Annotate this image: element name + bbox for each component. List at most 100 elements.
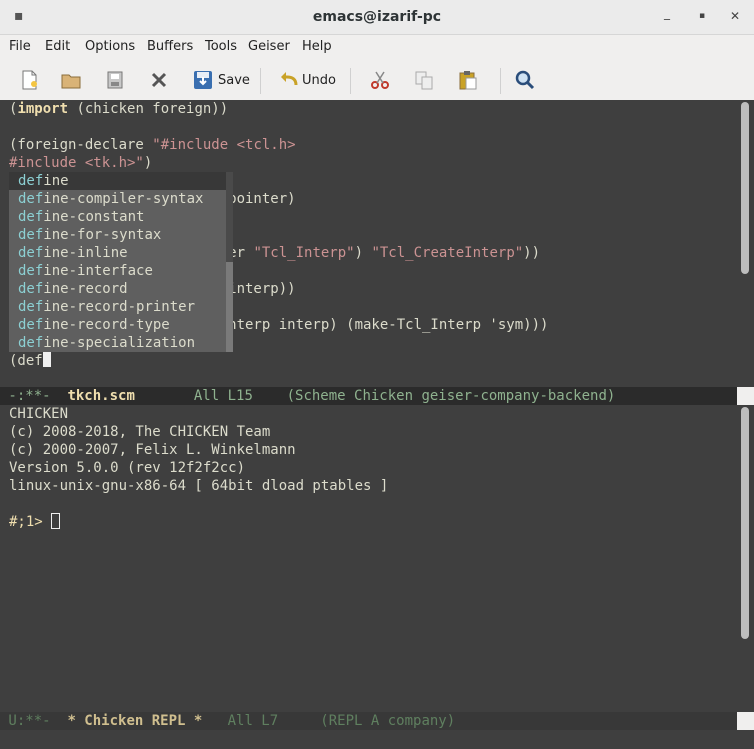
completion-item[interactable]: define-inline (9, 244, 233, 262)
completion-item[interactable]: define-record-type (9, 316, 233, 334)
completion-rest: ine-for-syntax (43, 227, 162, 243)
completion-match: def (18, 281, 44, 297)
modeline-buffer-name[interactable]: tkch.scm (67, 388, 134, 404)
disk-icon (107, 71, 123, 89)
repl-prompt: #;1> (9, 514, 52, 530)
completion-item[interactable]: define-interface (9, 262, 233, 280)
paste-button[interactable] (457, 68, 479, 92)
x-icon (151, 72, 167, 88)
repl-line: CHICKEN (9, 406, 69, 422)
completion-item[interactable]: define-for-syntax (9, 226, 233, 244)
completion-rest: ine-record-type (43, 317, 170, 333)
string-token: "Tcl_Interp" (253, 245, 355, 261)
text-cursor (51, 513, 61, 529)
repl-pane[interactable]: CHICKEN (c) 2008-2018, The CHICKEN Team … (0, 405, 737, 712)
cut-button[interactable] (369, 68, 391, 92)
minimize-icon[interactable]: _ (659, 6, 675, 20)
toolbar-separator (350, 68, 351, 94)
completion-rest: ine-constant (43, 209, 145, 225)
completion-match: def (18, 335, 44, 351)
completion-rest: ine-inline (43, 245, 128, 261)
repl-prompt-line[interactable]: #;1> (9, 513, 61, 531)
scissors-icon (371, 71, 389, 89)
menu-file[interactable]: File (9, 39, 31, 54)
code-line: (import (chicken foreign)) (9, 100, 228, 118)
new-file-button[interactable] (18, 68, 40, 92)
repl-scrollbar[interactable] (737, 405, 754, 712)
close-icon[interactable]: ✕ (727, 9, 743, 23)
kill-button[interactable] (148, 68, 170, 92)
completion-match: def (18, 191, 44, 207)
text-cursor (42, 352, 51, 367)
code-line: #include <tk.h>") (9, 154, 152, 172)
new-file-icon (22, 70, 37, 90)
completion-match: def (18, 299, 44, 315)
completion-item[interactable]: define-compiler-syntax (9, 190, 233, 208)
completion-item[interactable]: define-constant (9, 208, 233, 226)
menu-help[interactable]: Help (302, 39, 332, 54)
string-token: "Tcl_CreateInterp" (371, 245, 524, 261)
completion-scrollbar[interactable] (226, 172, 233, 352)
completion-item[interactable]: define-specialization (9, 334, 233, 352)
window-title: emacs@izarif-pc (312, 9, 442, 25)
save-label: Save (218, 72, 250, 88)
completion-rest: ine-specialization (43, 335, 196, 351)
repl-line: (c) 2008-2018, The CHICKEN Team (9, 424, 271, 440)
repl-line: Version 5.0.0 (rev 12f2f2cc) (9, 460, 246, 476)
editor-pane[interactable]: (import (chicken foreign)) (foreign-decl… (0, 100, 737, 387)
code-token: (def (9, 353, 43, 369)
search-icon (515, 70, 535, 90)
completion-match: def (18, 317, 44, 333)
repl-line: linux-unix-gnu-x86-64 [ 64bit dload ptab… (9, 478, 389, 494)
toolbar-separator (260, 68, 261, 94)
completion-popup: define define-compiler-syntax define-con… (9, 172, 233, 352)
menu-bar: File Edit Options Buffers Tools Geiser H… (0, 35, 754, 59)
keyword-token: import (17, 101, 69, 117)
menu-buffers[interactable]: Buffers (147, 39, 193, 54)
completion-rest: ine-compiler-syntax (43, 191, 204, 207)
code-line-current: (def (9, 352, 51, 370)
clipboard-icon (459, 71, 477, 90)
undo-icon (281, 72, 298, 86)
completion-item[interactable]: define-record (9, 280, 233, 298)
undo-button[interactable]: Undo (278, 68, 336, 92)
string-token: "#include <tcl.h> (152, 137, 296, 153)
code-token: ) (143, 155, 153, 171)
code-token: ) (354, 245, 372, 261)
undo-label: Undo (302, 72, 336, 88)
menu-options[interactable]: Options (85, 39, 135, 54)
editor-scroll-thumb[interactable] (741, 102, 749, 274)
completion-rest: ine-record-printer (43, 299, 196, 315)
completion-rest: ine-interface (43, 263, 153, 279)
maximize-icon[interactable]: ▪ (694, 11, 710, 21)
menu-tools[interactable]: Tools (205, 39, 237, 54)
toolbar-separator (500, 68, 501, 94)
copy-button[interactable] (413, 68, 435, 92)
menu-geiser[interactable]: Geiser (248, 39, 290, 54)
minibuffer[interactable] (0, 730, 754, 749)
repl-scroll-thumb[interactable] (741, 407, 749, 639)
search-button[interactable] (514, 68, 536, 92)
menu-edit[interactable]: Edit (45, 39, 70, 54)
code-token: (chicken foreign)) (68, 101, 229, 117)
close-buffer-button[interactable] (104, 68, 126, 92)
modeline-status: -:**- (0, 388, 68, 404)
save-button[interactable]: Save (192, 68, 250, 92)
string-token: #include <tk.h>" (9, 155, 144, 171)
folder-icon (61, 74, 81, 89)
open-file-button[interactable] (60, 68, 82, 92)
code-token: (foreign-declare (9, 137, 153, 153)
completion-match: def (18, 173, 44, 189)
completion-match: def (18, 227, 44, 243)
editor-scrollbar[interactable] (737, 100, 754, 387)
modeline-editor: -:**- tkch.scm All L15 (Scheme Chicken g… (0, 387, 737, 405)
completion-match: def (18, 245, 44, 261)
modeline-info: All L15 (Scheme Chicken geiser-company-b… (134, 388, 616, 404)
completion-scroll-thumb[interactable] (226, 262, 233, 352)
completion-item[interactable]: define (9, 172, 233, 190)
completion-rest: ine-record (43, 281, 128, 297)
modeline-buffer-name[interactable]: * Chicken REPL * (67, 713, 202, 729)
modeline-info: All L7 (REPL A company) (202, 713, 456, 729)
modeline-repl: U:**- * Chicken REPL * All L7 (REPL A co… (0, 712, 737, 730)
completion-item[interactable]: define-record-printer (9, 298, 233, 316)
